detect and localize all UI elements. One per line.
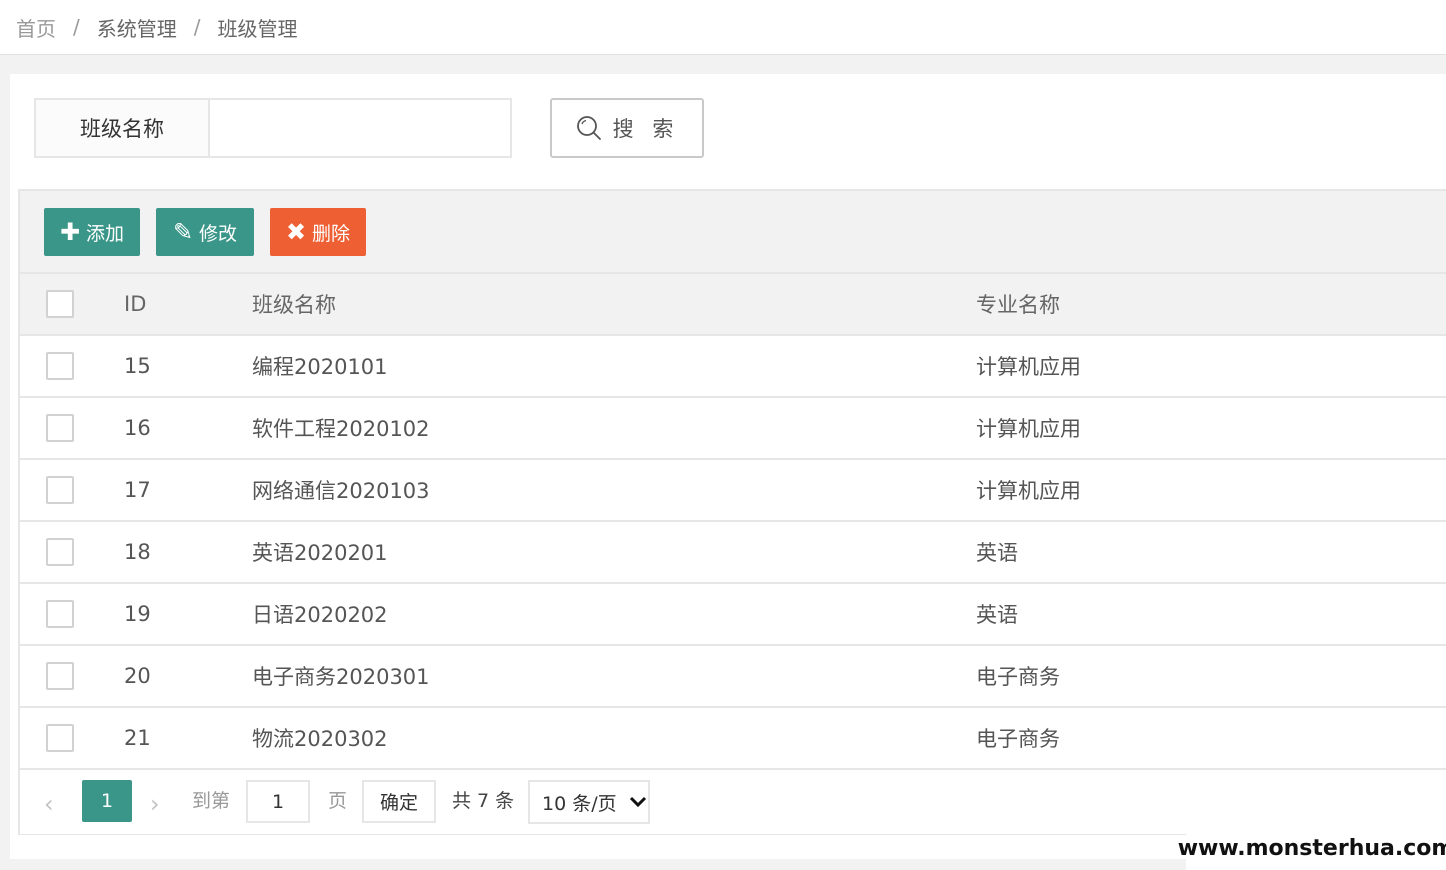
main-card: 班级名称 搜 索 ✚ 添加 ✎ 修改 ✖ 删除 ID 班级名称 专业名称 15 …: [10, 74, 1446, 859]
breadcrumb-home[interactable]: 首页: [16, 13, 56, 42]
next-page-icon[interactable]: ›: [150, 790, 160, 818]
row-checkbox[interactable]: [46, 662, 74, 690]
row-id: 17: [124, 478, 151, 502]
row-major-name: 英语: [976, 541, 1018, 565]
row-major-name: 计算机应用: [976, 417, 1081, 441]
page-size-value: 10 条/页: [542, 792, 617, 815]
row-major-name: 计算机应用: [976, 355, 1081, 379]
class-name-search-input[interactable]: [208, 98, 512, 158]
breadcrumb-system-management[interactable]: 系统管理: [97, 13, 177, 42]
edit-button-label: 修改: [199, 222, 238, 245]
page-unit-label: 页: [328, 790, 348, 812]
table-row[interactable]: 16 软件工程2020102 计算机应用: [20, 398, 1446, 460]
row-major-name: 计算机应用: [976, 479, 1081, 503]
row-checkbox[interactable]: [46, 724, 74, 752]
goto-page-input[interactable]: [246, 780, 310, 823]
row-class-name: 物流2020302: [252, 727, 388, 751]
row-class-name: 网络通信2020103: [252, 479, 430, 503]
class-table: ✚ 添加 ✎ 修改 ✖ 删除 ID 班级名称 专业名称 15 编程2020101…: [18, 189, 1446, 835]
delete-button[interactable]: ✖ 删除: [270, 208, 366, 256]
table-row[interactable]: 19 日语2020202 英语: [20, 584, 1446, 646]
goto-label: 到第: [192, 790, 231, 812]
edit-button[interactable]: ✎ 修改: [156, 208, 254, 256]
search-button[interactable]: 搜 索: [550, 98, 704, 158]
row-checkbox[interactable]: [46, 352, 74, 380]
row-class-name: 电子商务2020301: [252, 665, 430, 689]
row-id: 20: [124, 664, 151, 688]
row-checkbox[interactable]: [46, 600, 74, 628]
header-major-name[interactable]: 专业名称: [976, 274, 1060, 334]
chevron-down-icon: [629, 796, 646, 808]
row-class-name: 日语2020202: [252, 603, 388, 627]
breadcrumb-class-management: 班级管理: [217, 16, 298, 41]
page-size-select[interactable]: 10 条/页: [528, 780, 650, 824]
watermark: www.monsterhua.com: [1178, 826, 1446, 870]
table-row[interactable]: 21 物流2020302 电子商务: [20, 708, 1446, 770]
pencil-icon: ✎: [172, 218, 194, 246]
row-checkbox[interactable]: [46, 476, 74, 504]
table-toolbar: ✚ 添加 ✎ 修改 ✖ 删除: [20, 191, 1446, 274]
row-id: 18: [124, 540, 151, 564]
search-button-label: 搜 索: [612, 117, 680, 141]
goto-confirm-button[interactable]: 确定: [362, 780, 436, 823]
breadcrumb-separator: /: [193, 15, 201, 39]
add-button-label: 添加: [86, 222, 125, 245]
table-row[interactable]: 17 网络通信2020103 计算机应用: [20, 460, 1446, 522]
total-count: 共 7 条: [452, 790, 515, 812]
header-class-name[interactable]: 班级名称: [252, 274, 336, 334]
select-all-checkbox[interactable]: [46, 290, 74, 318]
close-icon: ✖: [285, 218, 307, 246]
table-row[interactable]: 20 电子商务2020301 电子商务: [20, 646, 1446, 708]
row-checkbox[interactable]: [46, 538, 74, 566]
row-id: 15: [124, 354, 151, 378]
search-label: 班级名称: [34, 98, 209, 158]
add-button[interactable]: ✚ 添加: [44, 208, 140, 256]
row-checkbox[interactable]: [46, 414, 74, 442]
row-major-name: 英语: [976, 603, 1018, 627]
row-class-name: 英语2020201: [252, 541, 388, 565]
row-id: 16: [124, 416, 151, 440]
search-icon: [576, 116, 601, 140]
row-major-name: 电子商务: [976, 665, 1060, 689]
row-id: 19: [124, 602, 151, 626]
breadcrumb: 首页 / 系统管理 / 班级管理: [0, 0, 1446, 55]
row-id: 21: [124, 726, 151, 750]
table-header: ID 班级名称 专业名称: [20, 274, 1446, 336]
current-page-button[interactable]: 1: [82, 780, 132, 822]
row-class-name: 编程2020101: [252, 355, 388, 379]
table-row[interactable]: 15 编程2020101 计算机应用: [20, 336, 1446, 398]
table-row[interactable]: 18 英语2020201 英语: [20, 522, 1446, 584]
header-id[interactable]: ID: [124, 274, 146, 334]
row-class-name: 软件工程2020102: [252, 417, 430, 441]
row-major-name: 电子商务: [976, 727, 1060, 751]
plus-icon: ✚: [59, 218, 81, 246]
breadcrumb-separator: /: [73, 15, 80, 39]
prev-page-icon[interactable]: ‹: [44, 790, 54, 818]
pagination: ‹ 1 › 到第 页 确定 共 7 条 10 条/页: [20, 770, 1446, 834]
delete-button-label: 删除: [312, 222, 351, 245]
